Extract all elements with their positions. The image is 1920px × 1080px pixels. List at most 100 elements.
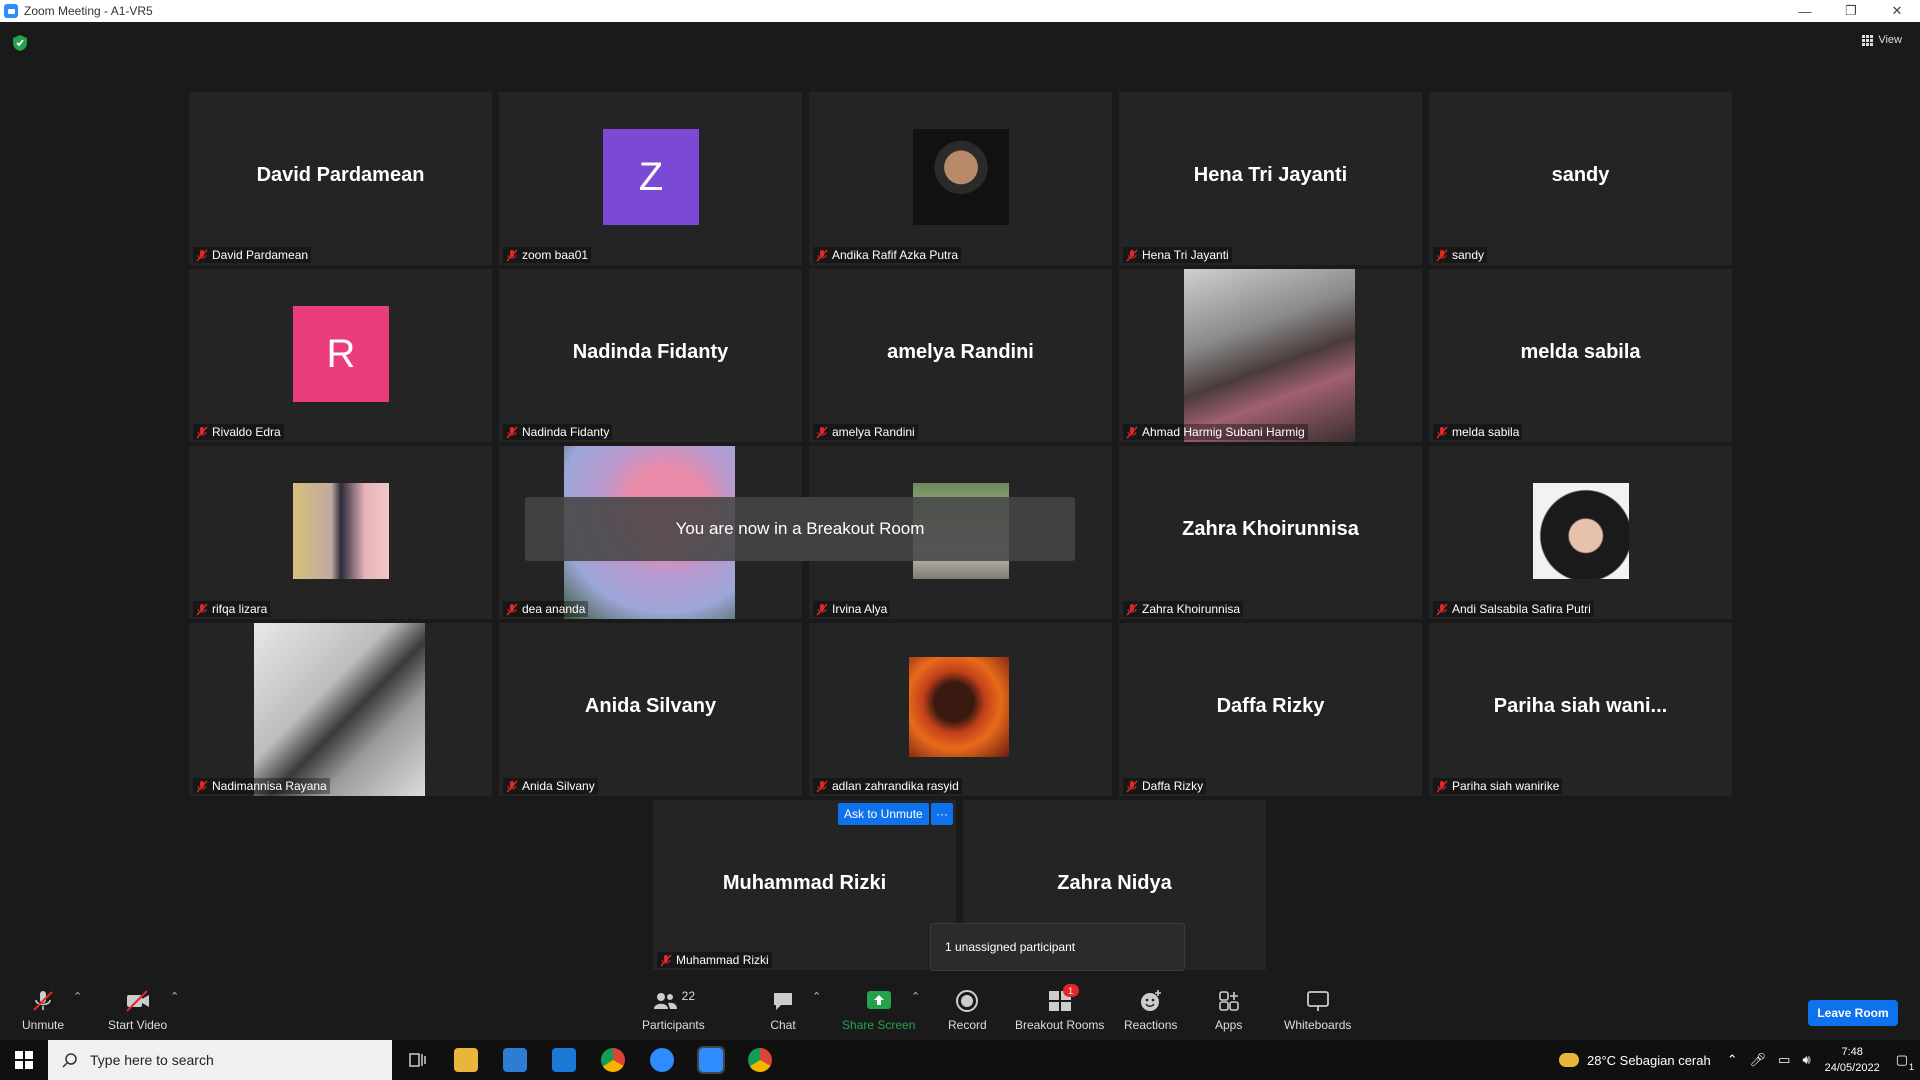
participants-button[interactable]: 22 Participants xyxy=(642,988,705,1032)
participant-tile[interactable]: Nadimannisa Rayana xyxy=(189,623,492,796)
participant-tile[interactable]: sandy sandy xyxy=(1429,92,1732,265)
minimize-button[interactable]: — xyxy=(1782,0,1828,22)
share-screen-button[interactable]: Share Screen xyxy=(842,988,915,1032)
breakout-badge: 1 xyxy=(1062,984,1079,997)
mic-muted-icon xyxy=(816,426,828,438)
video-off-icon xyxy=(125,988,151,1014)
reactions-icon xyxy=(1138,988,1164,1014)
participant-tile[interactable]: Andi Salsabila Safira Putri xyxy=(1429,446,1732,619)
participant-tile[interactable]: Nadinda Fidanty Nadinda Fidanty xyxy=(499,269,802,442)
participant-display-name: sandy xyxy=(1551,164,1610,186)
microsoft-store-icon[interactable] xyxy=(503,1048,527,1072)
record-button[interactable]: Record xyxy=(948,988,987,1032)
zoom-taskbar-icon[interactable] xyxy=(697,1046,725,1074)
breakout-rooms-icon: 1 xyxy=(1047,984,1079,1014)
grid-view-icon xyxy=(1862,34,1874,46)
mic-muted-icon xyxy=(196,426,208,438)
system-tray: 28°C Sebagian cerah ⌃ 🎤︎ ▭ 🔊︎ 7:48 24/05… xyxy=(1558,1040,1920,1080)
taskbar-clock[interactable]: 7:48 24/05/2022 xyxy=(1825,1044,1880,1076)
meeting-toolbar: Unmute ⌃ Start Video ⌃ 22 Participants C… xyxy=(0,980,1920,1040)
participant-tile[interactable]: Pariha siah wani... Pariha siah wanirike xyxy=(1429,623,1732,796)
participant-name-label: Nadinda Fidanty xyxy=(503,424,613,440)
ask-to-unmute-button[interactable]: Ask to Unmute xyxy=(838,803,929,825)
participant-tile[interactable]: David Pardamean David Pardamean xyxy=(189,92,492,265)
profile-photo xyxy=(1533,483,1629,579)
chat-options-caret[interactable]: ⌃ xyxy=(812,990,821,1003)
teamviewer-icon[interactable] xyxy=(650,1048,674,1072)
mic-muted-icon xyxy=(1126,249,1138,261)
participant-name-label: rifqa lizara xyxy=(193,601,271,617)
mic-muted-icon xyxy=(660,954,672,966)
participant-display-name: Pariha siah wani... xyxy=(1493,695,1668,717)
participant-tile[interactable]: amelya Randini amelya Randini xyxy=(809,269,1112,442)
participant-tile[interactable]: Daffa Rizky Daffa Rizky xyxy=(1119,623,1422,796)
encryption-shield-icon[interactable] xyxy=(12,34,28,52)
mail-icon[interactable] xyxy=(552,1048,576,1072)
start-video-button[interactable]: Start Video xyxy=(108,988,167,1032)
chrome-icon[interactable] xyxy=(601,1048,625,1072)
participant-name-label: adlan zahrandika rasyid xyxy=(813,778,962,794)
mic-muted-icon xyxy=(1436,426,1448,438)
participant-display-name: Daffa Rizky xyxy=(1216,695,1325,717)
chat-icon xyxy=(770,988,796,1014)
avatar: Z xyxy=(603,129,699,225)
participant-tile[interactable]: Muhammad Rizki Muhammad Rizki xyxy=(653,800,956,970)
reactions-button[interactable]: Reactions xyxy=(1124,988,1177,1032)
windows-logo-icon xyxy=(15,1051,33,1069)
participant-tile[interactable]: Zahra Khoirunnisa Zahra Khoirunnisa xyxy=(1119,446,1422,619)
mic-muted-icon xyxy=(196,603,208,615)
participant-tile[interactable]: Anida Silvany Anida Silvany xyxy=(499,623,802,796)
participant-display-name: Zahra Nidya xyxy=(1057,872,1172,894)
participant-name-label: Andika Rafif Azka Putra xyxy=(813,247,962,263)
participant-tile[interactable]: Hena Tri Jayanti Hena Tri Jayanti xyxy=(1119,92,1422,265)
more-options-button[interactable]: ··· xyxy=(931,803,953,825)
video-options-caret[interactable]: ⌃ xyxy=(170,990,179,1003)
participants-icon: 22 xyxy=(643,988,703,1014)
participant-tile[interactable]: adlan zahrandika rasyid xyxy=(809,623,1112,796)
chrome-profile-icon[interactable] xyxy=(748,1048,772,1072)
taskbar-search-box[interactable]: Type here to search xyxy=(48,1040,392,1080)
participant-name-label: melda sabila xyxy=(1433,424,1523,440)
participant-display-name: Muhammad Rizki xyxy=(722,872,887,894)
mic-muted-icon xyxy=(196,780,208,792)
audio-options-caret[interactable]: ⌃ xyxy=(73,990,82,1003)
zoom-app-icon xyxy=(4,4,18,18)
mic-muted-icon xyxy=(1126,426,1138,438)
participant-tile[interactable]: rifqa lizara xyxy=(189,446,492,619)
share-screen-icon xyxy=(866,988,892,1014)
participant-display-name: Zahra Khoirunnisa xyxy=(1182,518,1359,540)
view-button[interactable]: View xyxy=(1862,34,1902,46)
participant-tile[interactable]: melda sabila melda sabila xyxy=(1429,269,1732,442)
apps-button[interactable]: Apps xyxy=(1215,988,1242,1032)
weather-text[interactable]: 28°C Sebagian cerah xyxy=(1587,1053,1711,1068)
whiteboards-button[interactable]: Whiteboards xyxy=(1284,988,1351,1032)
participant-tile[interactable]: Andika Rafif Azka Putra xyxy=(809,92,1112,265)
unmute-button[interactable]: Unmute xyxy=(22,988,64,1032)
leave-room-button[interactable]: Leave Room xyxy=(1808,1000,1898,1026)
microphone-icon[interactable]: 🎤︎ xyxy=(1750,1052,1767,1068)
video-feed xyxy=(1184,269,1355,442)
volume-icon[interactable]: 🔊︎ xyxy=(1802,1052,1810,1068)
participant-tile[interactable]: Ahmad Harmig Subani Harmig xyxy=(1119,269,1422,442)
participant-display-name: Nadinda Fidanty xyxy=(572,341,729,363)
chat-button[interactable]: Chat xyxy=(770,988,796,1032)
view-label: View xyxy=(1878,34,1902,46)
task-view-icon[interactable] xyxy=(405,1048,429,1072)
network-icon[interactable]: ▭ xyxy=(1778,1052,1790,1068)
tray-overflow-icon[interactable]: ⌃ xyxy=(1727,1052,1738,1068)
mic-muted-icon xyxy=(1126,780,1138,792)
notifications-icon[interactable]: ▢ 1 xyxy=(1896,1052,1914,1072)
participant-name-label: Andi Salsabila Safira Putri xyxy=(1433,601,1594,617)
close-button[interactable]: ✕ xyxy=(1874,0,1920,22)
window-controls: — ❐ ✕ xyxy=(1782,0,1920,22)
participant-tile[interactable]: Z zoom baa01 xyxy=(499,92,802,265)
breakout-rooms-button[interactable]: 1 Breakout Rooms xyxy=(1015,984,1104,1032)
file-explorer-icon[interactable] xyxy=(454,1048,478,1072)
windows-start-button[interactable] xyxy=(0,1040,48,1080)
participant-tile[interactable]: R Rivaldo Edra xyxy=(189,269,492,442)
participant-name-label: Rivaldo Edra xyxy=(193,424,284,440)
restore-button[interactable]: ❐ xyxy=(1828,0,1874,22)
mic-muted-icon xyxy=(1436,603,1448,615)
window-titlebar: Zoom Meeting - A1-VR5 — ❐ ✕ xyxy=(0,0,1920,22)
share-options-caret[interactable]: ⌃ xyxy=(911,990,920,1003)
